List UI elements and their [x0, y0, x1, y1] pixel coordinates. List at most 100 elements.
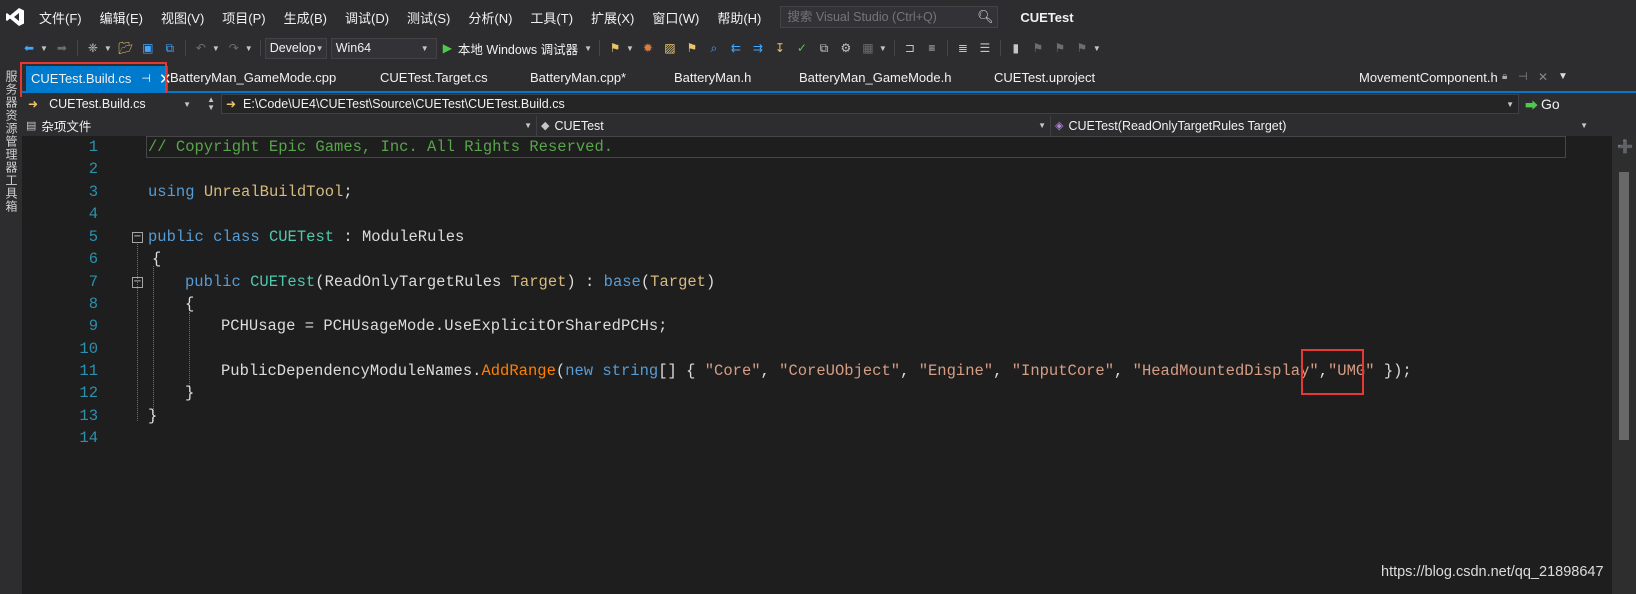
- bookmark-icon[interactable]: ▮: [1007, 39, 1025, 57]
- tab-batteryman-cpp[interactable]: BatteryMan.cpp*: [530, 70, 626, 85]
- search-input[interactable]: [787, 10, 974, 24]
- solution-name: CUETest: [1020, 9, 1074, 25]
- tab-cuetest-target-cs[interactable]: CUETest.Target.cs: [380, 70, 488, 85]
- grid-icon[interactable]: ▦: [859, 39, 877, 57]
- vertical-scrollbar[interactable]: ➕: [1612, 136, 1636, 594]
- chevron-down-icon[interactable]: ▼: [212, 44, 220, 53]
- navigate-forward-icon[interactable]: ➡: [53, 39, 71, 57]
- line-number: 8: [88, 295, 98, 313]
- toolbox-tab[interactable]: 工具箱: [3, 174, 20, 213]
- project-combo[interactable]: ▤ 杂项文件 ▼: [22, 116, 536, 136]
- solution-platform-select[interactable]: Win64 ▼: [330, 37, 437, 59]
- code-line-3: using UnrealBuildTool;: [148, 183, 353, 201]
- chevron-down-icon[interactable]: ▼: [104, 44, 112, 53]
- go-back-icon[interactable]: ⇇: [727, 39, 745, 57]
- file-combo[interactable]: CUETest.Build.cs ▼: [45, 94, 195, 114]
- chevron-down-icon[interactable]: ▼: [879, 44, 887, 53]
- find-icon[interactable]: ⌕: [705, 39, 723, 57]
- debug-target-icon[interactable]: ✹: [639, 39, 657, 57]
- bookmark-folder-icon[interactable]: ⚑: [683, 39, 701, 57]
- close-icon[interactable]: ✕: [1538, 70, 1548, 84]
- tab-overflow-dropdown-icon[interactable]: ▼: [1558, 71, 1568, 82]
- menu-project[interactable]: 项目(P): [213, 8, 274, 27]
- clear-bookmarks-icon[interactable]: ⚑: [1073, 39, 1091, 57]
- search-icon[interactable]: 🔍︎: [973, 9, 997, 25]
- chevron-down-icon: ▼: [1038, 121, 1046, 130]
- chevron-down-icon[interactable]: ▼: [584, 44, 592, 53]
- navigate-back-icon[interactable]: ⬅: [20, 39, 38, 57]
- line-number: 4: [88, 205, 98, 223]
- code-line-8: {: [185, 295, 195, 313]
- menu-tools[interactable]: 工具(T): [521, 8, 582, 27]
- chevron-down-icon[interactable]: ▼: [1093, 44, 1101, 53]
- code-line-12: }: [185, 384, 195, 402]
- file-navigation-bar: ➜ CUETest.Build.cs ▼ ▲ ▼ ➜ E:\Code\UE4\CUE…: [22, 93, 1636, 115]
- comment-lines-icon[interactable]: ≣: [954, 39, 972, 57]
- code-line-5: public class CUETest : ModuleRules: [148, 228, 465, 246]
- line-number: 5: [88, 228, 98, 246]
- spin-icon[interactable]: ▲ ▼: [207, 96, 215, 112]
- folder-icon[interactable]: ▨: [661, 39, 679, 57]
- menu-extensions[interactable]: 扩展(X): [582, 8, 643, 27]
- menu-file[interactable]: 文件(F): [30, 8, 91, 27]
- code-line-13: }: [148, 407, 158, 425]
- settings-icon[interactable]: ⚙: [837, 39, 855, 57]
- next-bookmark-icon[interactable]: ⚑: [1051, 39, 1069, 57]
- file-path-combo[interactable]: ➜ E:\Code\UE4\CUETest\Source\CUETest\CUE…: [220, 94, 1519, 114]
- code-line-7: public CUETest(ReadOnlyTargetRules Targe…: [185, 273, 716, 291]
- class-icon: ◆: [541, 120, 550, 132]
- tab-movementcomponent-h[interactable]: MovementComponent.h: [1359, 70, 1498, 85]
- menu-build[interactable]: 生成(B): [275, 8, 336, 27]
- go-forward-icon[interactable]: ⇉: [749, 39, 767, 57]
- solution-configuration-select[interactable]: Develop ▼: [264, 37, 327, 59]
- uncomment-lines-icon[interactable]: ☰: [976, 39, 994, 57]
- server-explorer-tab[interactable]: 服务器资源管理器: [3, 70, 20, 174]
- spell-check-icon[interactable]: ✓: [793, 39, 811, 57]
- go-icon[interactable]: ⮕: [1525, 95, 1538, 114]
- menu-edit[interactable]: 编辑(E): [91, 8, 152, 27]
- line-number: 6: [88, 250, 98, 268]
- menu-analyze[interactable]: 分析(N): [459, 8, 521, 27]
- collapse-region-icon[interactable]: −: [132, 232, 143, 243]
- code-editor[interactable]: 1 2 3 4 5 6 7 8 9 10 11 12 13 14 − − // …: [22, 136, 1612, 594]
- new-project-icon[interactable]: ❈: [84, 39, 102, 57]
- copy-icon[interactable]: ⧉: [815, 39, 833, 57]
- go-button[interactable]: Go: [1541, 96, 1560, 112]
- scrollbar-thumb[interactable]: [1619, 172, 1629, 440]
- menu-help[interactable]: 帮助(H): [708, 8, 770, 27]
- save-all-icon[interactable]: ⧉: [161, 39, 179, 57]
- previous-bookmark-icon[interactable]: ⚑: [1029, 39, 1047, 57]
- chevron-down-icon[interactable]: ▼: [245, 44, 253, 53]
- save-icon[interactable]: ▣: [139, 39, 157, 57]
- quick-launch-search[interactable]: 🔍︎: [780, 6, 999, 28]
- class-combo[interactable]: ◆ CUETest ▼: [536, 115, 1050, 136]
- visual-studio-logo-icon[interactable]: [0, 0, 30, 34]
- chevron-down-icon[interactable]: ▼: [626, 44, 634, 53]
- menu-view[interactable]: 视图(V): [152, 8, 213, 27]
- chevron-down-icon: ▼: [524, 121, 532, 130]
- indent-icon[interactable]: ≡: [923, 39, 941, 57]
- find-in-files-icon[interactable]: ⚑: [606, 39, 624, 57]
- member-combo[interactable]: ◈ CUETest(ReadOnlyTargetRules Target) ▼: [1050, 115, 1592, 136]
- undo-icon[interactable]: ↶: [192, 39, 210, 57]
- line-number: 14: [79, 429, 98, 447]
- split-window-icon[interactable]: ➕: [1617, 140, 1633, 155]
- menu-bar: 文件(F) 编辑(E) 视图(V) 项目(P) 生成(B) 调试(D) 测试(S…: [0, 0, 1636, 34]
- tab-batteryman-gamemode-cpp[interactable]: BatteryMan_GameMode.cpp: [170, 70, 336, 85]
- menu-debug[interactable]: 调试(D): [336, 8, 398, 27]
- align-left-icon[interactable]: ⊐: [901, 39, 919, 57]
- menu-test[interactable]: 测试(S): [398, 8, 459, 27]
- tab-cuetest-uproject[interactable]: CUETest.uproject: [994, 70, 1095, 85]
- tab-batteryman-h[interactable]: BatteryMan.h: [674, 70, 751, 85]
- lock-icon: 🔒︎: [1502, 71, 1508, 82]
- step-into-icon[interactable]: ↧: [771, 39, 789, 57]
- indent-guide: [189, 312, 190, 394]
- menu-window[interactable]: 窗口(W): [643, 8, 708, 27]
- redo-icon[interactable]: ↷: [225, 39, 243, 57]
- start-debugging-button[interactable]: ▶ 本地 Windows 调试器: [443, 39, 578, 58]
- highlight-box-umg: [1301, 349, 1364, 395]
- chevron-down-icon[interactable]: ▼: [40, 44, 48, 53]
- open-file-icon[interactable]: 📂︎: [117, 39, 135, 57]
- pin-icon[interactable]: ⊣: [1518, 70, 1528, 83]
- tab-batteryman-gamemode-h[interactable]: BatteryMan_GameMode.h: [799, 70, 951, 85]
